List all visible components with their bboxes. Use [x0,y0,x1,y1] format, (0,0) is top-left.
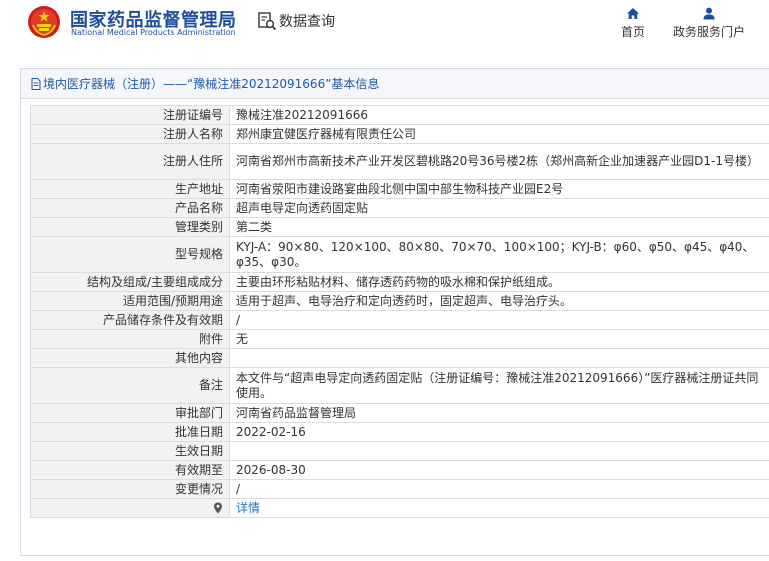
table-row: 型号规格 KYJ-A：90×80、120×100、80×80、70×70、100… [30,236,769,273]
row-value: 郑州康宜健医疗器械有限责任公司 [229,124,769,144]
row-value: 2022-02-16 [229,422,769,442]
table-row: 生效日期 [30,441,769,461]
row-label: 适用范围/预期用途 [30,291,230,311]
breadcrumb: 境内医疗器械（注册）——“豫械注准20212091666”基本信息 [21,69,769,99]
breadcrumb-text[interactable]: 境内医疗器械（注册）——“豫械注准20212091666”基本信息 [43,75,379,92]
row-label: 其他内容 [30,348,230,368]
table-row: 有效期至 2026-08-30 [30,460,769,480]
site-subtitle: National Medical Products Administration [71,28,236,37]
table-row: 审批部门 河南省药品监督管理局 [30,403,769,423]
table-row: 详情 [30,498,769,518]
row-value: 适用于超声、电导治疗和定向透药时，固定超声、电导治疗头。 [229,291,769,311]
table-row: 其他内容 [30,348,769,368]
row-label: 有效期至 [30,460,230,480]
nav-home[interactable]: 首页 [619,7,647,40]
table-row: 备注 本文件与“超声电导定向透药固定贴（注册证编号：豫械注准2021209166… [30,367,769,404]
row-label: 变更情况 [30,479,230,499]
table-row: 注册人住所 河南省郑州市高新技术产业开发区碧桃路20号36号楼2栋（郑州高新企业… [30,143,769,180]
nav-portal[interactable]: 政务服务门户 [670,7,748,40]
row-label: 结构及组成/主要组成成分 [30,272,230,292]
row-label: 注册人名称 [30,124,230,144]
table-row: 产品名称 超声电导定向透药固定贴 [30,198,769,218]
document-search-icon [258,12,277,31]
row-label: 产品名称 [30,198,230,218]
table-row: 批准日期 2022-02-16 [30,422,769,442]
row-value: 第二类 [229,217,769,237]
row-label: 审批部门 [30,403,230,423]
table-row: 结构及组成/主要组成成分 主要由环形粘贴材料、储存透药药物的吸水棉和保护纸组成。 [30,272,769,292]
row-value: / [229,310,769,330]
table-row: 管理类别 第二类 [30,217,769,237]
table-row: 变更情况 / [30,479,769,499]
row-value [229,348,769,368]
row-value: 本文件与“超声电导定向透药固定贴（注册证编号：豫械注准20212091666）”… [229,367,769,404]
table-row: 附件 无 [30,329,769,349]
row-value: 豫械注准20212091666 [229,105,769,125]
row-value: 超声电导定向透药固定贴 [229,198,769,218]
row-value: 河南省荥阳市建设路宴曲段北侧中国中部生物科技产业园E2号 [229,179,769,199]
pin-icon [214,502,222,513]
row-value: / [229,479,769,499]
nav-portal-label: 政务服务门户 [672,25,745,39]
row-value: 主要由环形粘贴材料、储存透药药物的吸水棉和保护纸组成。 [229,272,769,292]
user-icon [703,7,715,20]
data-query-label: 数据查询 [279,14,335,30]
row-label: 管理类别 [30,217,230,237]
emblem-logo[interactable] [27,5,61,39]
nav-home-label: 首页 [620,25,645,39]
detail-label-cell [30,498,230,518]
row-label: 生效日期 [30,441,230,461]
detail-link[interactable]: 详情 [236,501,260,515]
row-value: 河南省药品监督管理局 [229,403,769,423]
data-query-title[interactable]: 数据查询 [257,10,335,32]
row-label: 生产地址 [30,179,230,199]
row-value [229,441,769,461]
row-label: 批准日期 [30,422,230,442]
row-label: 型号规格 [30,236,230,273]
row-value: 河南省郑州市高新技术产业开发区碧桃路20号36号楼2栋（郑州高新企业加速器产业园… [229,143,769,180]
row-label: 备注 [30,367,230,404]
home-icon [627,8,639,19]
table-row: 适用范围/预期用途 适用于超声、电导治疗和定向透药时，固定超声、电导治疗头。 [30,291,769,311]
table-row: 注册证编号 豫械注准20212091666 [30,105,769,125]
site-header: 国家药品监督管理局 National Medical Products Admi… [0,0,769,56]
table-row: 生产地址 河南省荥阳市建设路宴曲段北侧中国中部生物科技产业园E2号 [30,179,769,199]
row-value: KYJ-A：90×80、120×100、80×80、70×70、100×100；… [229,236,769,273]
row-value: 无 [229,329,769,349]
table-row: 产品储存条件及有效期 / [30,310,769,330]
row-label: 注册人住所 [30,143,230,180]
info-panel: 境内医疗器械（注册）——“豫械注准20212091666”基本信息 注册证编号 … [20,68,769,556]
detail-value-cell: 详情 [229,498,769,518]
table-row: 注册人名称 郑州康宜健医疗器械有限责任公司 [30,124,769,144]
row-value: 2026-08-30 [229,460,769,480]
row-label: 附件 [30,329,230,349]
row-label: 注册证编号 [30,105,230,125]
row-label: 产品储存条件及有效期 [30,310,230,330]
info-table: 注册证编号 豫械注准20212091666 注册人名称 郑州康宜健医疗器械有限责… [30,105,769,518]
document-icon [31,77,41,90]
